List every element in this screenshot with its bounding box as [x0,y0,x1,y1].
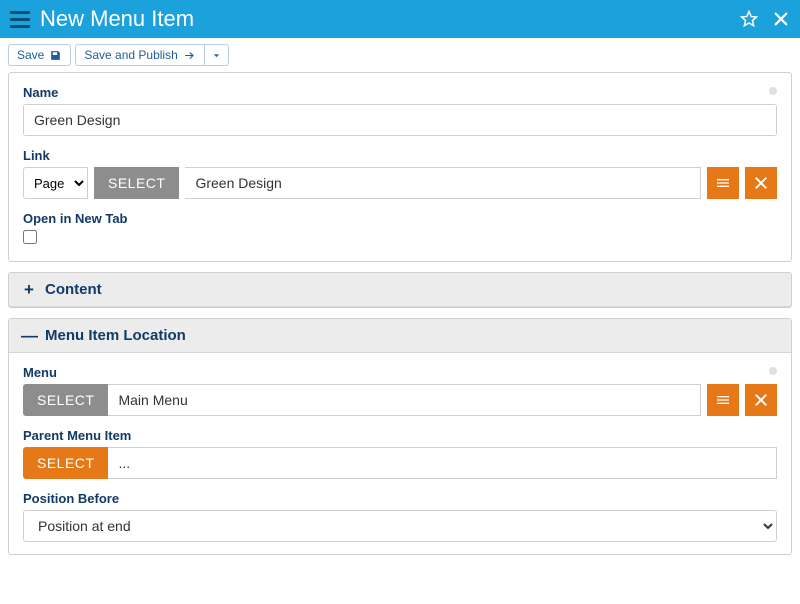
link-select-button[interactable]: SELECT [94,167,179,199]
link-clear-button[interactable] [745,167,777,199]
parent-value: ... [108,447,777,479]
general-panel: Name Link Page SELECT Green Design [8,72,792,262]
location-panel-header[interactable]: — Menu Item Location [9,319,791,353]
menu-icon [715,392,731,408]
parent-select-button[interactable]: SELECT [23,447,108,479]
position-select[interactable]: Position at end [23,510,777,542]
link-group: Link Page SELECT Green Design [23,148,777,199]
menu-label: Menu [23,365,777,380]
position-label: Position Before [23,491,777,506]
parent-label: Parent Menu Item [23,428,777,443]
x-icon [753,392,769,408]
open-new-tab-label: Open in New Tab [23,211,777,226]
name-group: Name [23,85,777,136]
position-group: Position Before Position at end [23,491,777,542]
arrow-right-icon [183,49,196,62]
menu-group: Menu SELECT Main Menu [23,365,777,416]
plus-icon: + [21,281,37,298]
save-publish-split: Save and Publish [75,44,228,66]
save-publish-dropdown[interactable] [205,44,229,66]
save-publish-label: Save and Publish [84,48,177,62]
link-value: Green Design [185,167,701,199]
floppy-icon [49,49,62,62]
content-panel: + Content [8,272,792,308]
menu-select-button[interactable]: SELECT [23,384,108,416]
name-input[interactable] [23,104,777,136]
content-panel-header[interactable]: + Content [9,273,791,307]
menu-clear-button[interactable] [745,384,777,416]
save-button[interactable]: Save [8,44,71,66]
menu-icon [715,175,731,191]
location-panel-title: Menu Item Location [45,327,186,344]
hamburger-icon[interactable] [10,9,30,29]
link-menu-button[interactable] [707,167,739,199]
title-bar: New Menu Item [0,0,800,38]
content-panel-title: Content [45,281,102,298]
save-publish-button[interactable]: Save and Publish [75,44,204,66]
name-label: Name [23,85,777,100]
title-bar-actions [740,10,790,28]
minus-icon: — [21,327,37,344]
open-new-tab-checkbox[interactable] [23,230,37,244]
parent-group: Parent Menu Item SELECT ... [23,428,777,479]
page-title: New Menu Item [40,6,730,32]
open-new-tab-group: Open in New Tab [23,211,777,249]
close-icon[interactable] [772,10,790,28]
menu-menu-button[interactable] [707,384,739,416]
save-button-label: Save [17,48,44,62]
x-icon [753,175,769,191]
toolbar: Save Save and Publish [0,38,800,72]
link-label: Link [23,148,777,163]
location-panel: — Menu Item Location Menu SELECT Main Me… [8,318,792,555]
star-icon[interactable] [740,10,758,28]
link-type-select[interactable]: Page [23,167,88,199]
chevron-down-icon [210,49,223,62]
menu-value: Main Menu [108,384,701,416]
required-dot [769,87,777,95]
required-dot [769,367,777,375]
